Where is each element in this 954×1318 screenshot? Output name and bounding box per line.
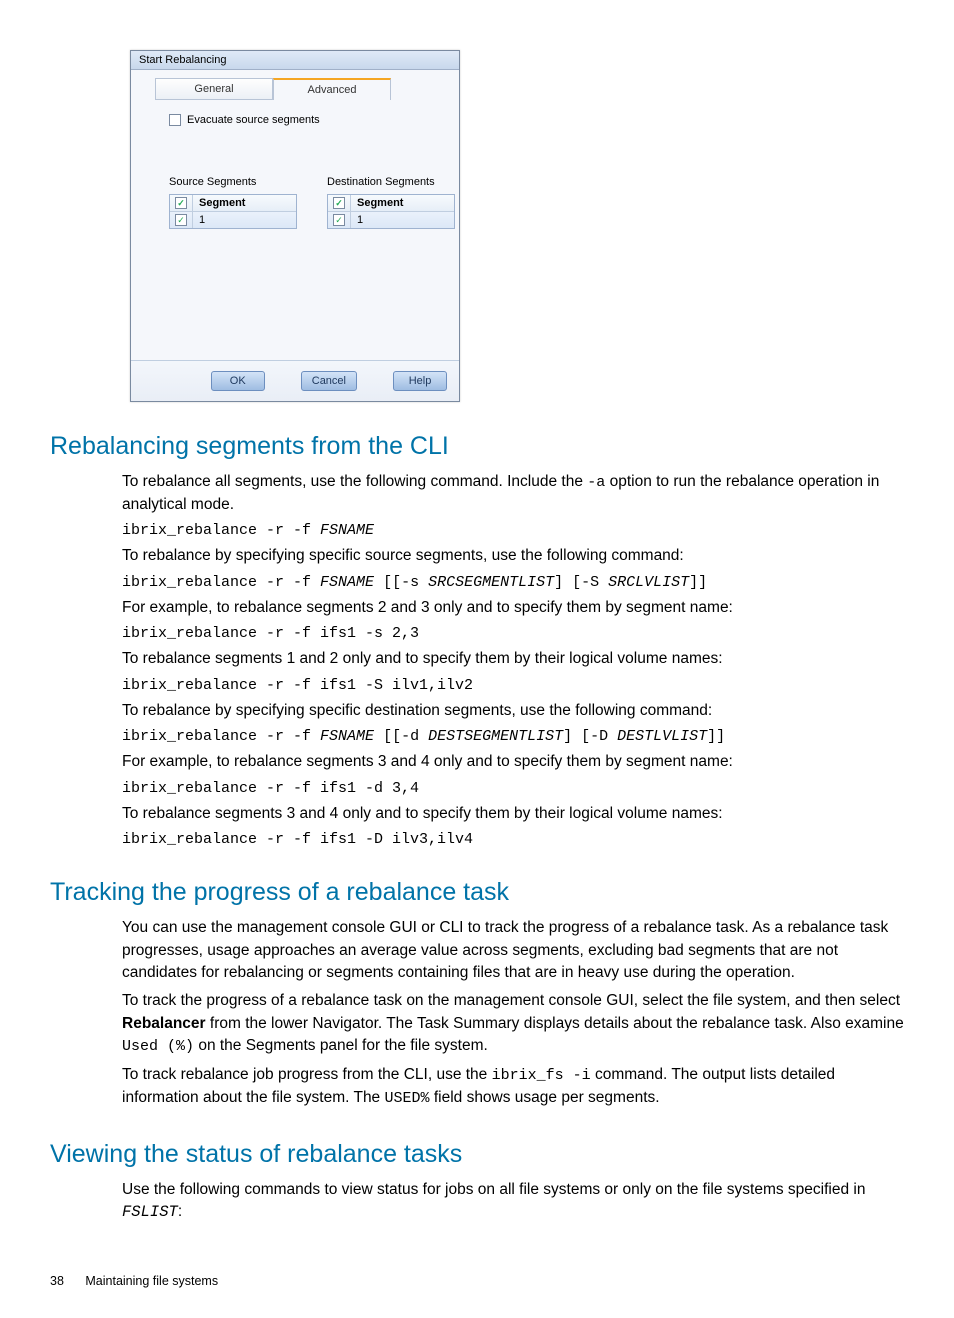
heading-tracking-progress: Tracking the progress of a rebalance tas… (50, 878, 904, 907)
paragraph: To track rebalance job progress from the… (122, 1064, 904, 1110)
command: ibrix_rebalance -r -f FSNAME [[-s SRCSEG… (122, 574, 904, 591)
destination-segments-column: Destination Segments ✓ Segment ✓ 1 (327, 176, 455, 229)
command: ibrix_rebalance -r -f FSNAME (122, 522, 904, 539)
destination-segments-title: Destination Segments (327, 176, 455, 188)
source-row-value: 1 (192, 212, 296, 228)
paragraph: For example, to rebalance segments 2 and… (122, 597, 904, 619)
source-row-checkbox[interactable]: ✓ (175, 214, 187, 226)
tab-advanced[interactable]: Advanced (273, 78, 391, 100)
cancel-button[interactable]: Cancel (301, 371, 357, 391)
heading-rebalancing-cli: Rebalancing segments from the CLI (50, 432, 904, 461)
dialog-title: Start Rebalancing (131, 51, 459, 70)
dialog-tabs: General Advanced (131, 70, 459, 100)
used-percent-code: Used (%) (122, 1038, 194, 1055)
tab-advanced-body: Evacuate source segments Source Segments… (131, 100, 459, 360)
command: ibrix_rebalance -r -f ifs1 -d 3,4 (122, 780, 904, 797)
fslist-arg: FSLIST (122, 1203, 178, 1221)
page-footer: 38 Maintaining file systems (50, 1274, 904, 1288)
dest-header-label: Segment (350, 195, 454, 211)
ibrix-fs-i-code: ibrix_fs -i (492, 1067, 591, 1084)
section-tracking-body: You can use the management console GUI o… (122, 917, 904, 1110)
paragraph: You can use the management console GUI o… (122, 917, 904, 984)
chapter-title: Maintaining file systems (85, 1274, 218, 1288)
dest-row-value: 1 (350, 212, 454, 228)
dest-row-checkbox[interactable]: ✓ (333, 214, 345, 226)
table-row[interactable]: ✓ 1 (170, 212, 296, 228)
command: ibrix_rebalance -r -f FSNAME [[-d DESTSE… (122, 728, 904, 745)
option-a: -a (587, 474, 605, 491)
paragraph: To track the progress of a rebalance tas… (122, 990, 904, 1058)
section-viewing-body: Use the following commands to view statu… (122, 1179, 904, 1224)
command: ibrix_rebalance -r -f ifs1 -D ilv3,ilv4 (122, 831, 904, 848)
destination-segments-table: ✓ Segment ✓ 1 (327, 194, 455, 229)
dialog-button-bar: OK Cancel Help (131, 360, 459, 401)
rebalancer-ui-label: Rebalancer (122, 1015, 206, 1032)
paragraph: To rebalance all segments, use the follo… (122, 471, 904, 516)
command: ibrix_rebalance -r -f ifs1 -S ilv1,ilv2 (122, 677, 904, 694)
paragraph: Use the following commands to view statu… (122, 1179, 904, 1224)
source-segments-title: Source Segments (169, 176, 297, 188)
tab-general[interactable]: General (155, 78, 273, 100)
help-button[interactable]: Help (393, 371, 447, 391)
heading-viewing-status: Viewing the status of rebalance tasks (50, 1140, 904, 1169)
paragraph: To rebalance segments 3 and 4 only and t… (122, 803, 904, 825)
ok-button[interactable]: OK (211, 371, 265, 391)
source-segments-table: ✓ Segment ✓ 1 (169, 194, 297, 229)
command: ibrix_rebalance -r -f ifs1 -s 2,3 (122, 625, 904, 642)
dest-header-checkbox[interactable]: ✓ (333, 197, 345, 209)
evacuate-label: Evacuate source segments (187, 114, 320, 126)
paragraph: To rebalance by specifying specific sour… (122, 545, 904, 567)
source-segments-column: Source Segments ✓ Segment ✓ 1 (169, 176, 297, 229)
source-header-label: Segment (192, 195, 296, 211)
page-number: 38 (50, 1274, 64, 1288)
section-rebalancing-cli-body: To rebalance all segments, use the follo… (122, 471, 904, 848)
start-rebalancing-dialog: Start Rebalancing General Advanced Evacu… (130, 50, 460, 402)
used-field-code: USED% (385, 1090, 430, 1107)
table-row[interactable]: ✓ 1 (328, 212, 454, 228)
source-header-checkbox[interactable]: ✓ (175, 197, 187, 209)
evacuate-checkbox[interactable] (169, 114, 181, 126)
paragraph: For example, to rebalance segments 3 and… (122, 751, 904, 773)
paragraph: To rebalance segments 1 and 2 only and t… (122, 648, 904, 670)
paragraph: To rebalance by specifying specific dest… (122, 700, 904, 722)
